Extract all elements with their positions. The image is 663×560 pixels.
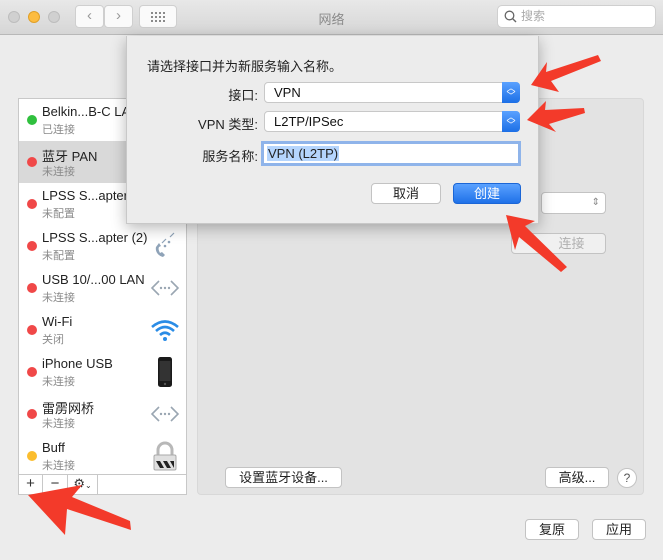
- service-item-usb-lan[interactable]: USB 10/...00 LAN 未连接: [19, 267, 186, 309]
- minus-icon: −: [50, 475, 60, 492]
- service-item-wifi[interactable]: Wi-Fi 关闭: [19, 309, 186, 351]
- connect-button[interactable]: 连接: [511, 233, 606, 254]
- status-dot-inactive: [27, 451, 37, 461]
- service-item-lpss-2[interactable]: LPSS S...apter (2) 未配置: [19, 225, 186, 267]
- vpn-type-value: L2TP/IPSec: [274, 114, 344, 129]
- ethernet-icon: [150, 280, 180, 296]
- service-name: Buff: [42, 440, 65, 455]
- service-name: LPSS S...apter: [42, 188, 128, 203]
- interface-value: VPN: [274, 85, 301, 100]
- setup-bluetooth-button[interactable]: 设置蓝牙设备...: [225, 467, 342, 488]
- wifi-icon: [151, 320, 179, 341]
- status-dot-disconnected: [27, 157, 37, 167]
- title-bar: ‹ › 网络 搜索: [0, 0, 663, 35]
- service-status: 未连接: [42, 166, 75, 178]
- create-button[interactable]: 创建: [453, 183, 521, 204]
- plus-icon: +: [26, 475, 35, 492]
- connect-button-label: 连接: [558, 236, 585, 251]
- service-item-thunderbolt-bridge[interactable]: 雷雳网桥 未连接: [19, 393, 186, 435]
- phone-modem-icon: [155, 232, 175, 257]
- gear-icon: ⚙: [73, 476, 85, 491]
- ethernet-icon: [150, 406, 180, 422]
- action-menu-button[interactable]: ⚙⌄: [68, 475, 98, 494]
- chevron-updown-icon: ︿ ﹀: [502, 82, 520, 103]
- iphone-icon: [158, 357, 172, 387]
- apply-button[interactable]: 应用: [592, 519, 646, 540]
- service-name: LPSS S...apter (2): [42, 230, 148, 245]
- search-icon: [504, 10, 517, 23]
- new-service-sheet: 请选择接口并为新服务输入名称。 接口: VPN ︿ ﹀ VPN 类型: L2TP/…: [126, 36, 539, 224]
- service-status: 关闭: [42, 334, 64, 346]
- status-dot-disconnected: [27, 409, 37, 419]
- cancel-button[interactable]: 取消: [371, 183, 441, 204]
- chevron-updown-icon: ︿ ﹀: [502, 111, 520, 132]
- service-status: 已连接: [42, 124, 75, 136]
- service-name-label: 服务名称:: [202, 149, 258, 164]
- service-status: 未连接: [42, 460, 75, 472]
- remove-service-button[interactable]: −: [43, 475, 68, 494]
- interface-popup[interactable]: VPN ︿ ﹀: [264, 82, 520, 103]
- vpn-lock-icon: [153, 441, 177, 471]
- service-name: Wi-Fi: [42, 314, 73, 329]
- status-dot-disconnected: [27, 199, 37, 209]
- service-name-input[interactable]: VPN (L2TP): [261, 141, 521, 166]
- vpn-type-popup[interactable]: L2TP/IPSec ︿ ﹀: [264, 111, 520, 132]
- device-popup[interactable]: ⇕: [541, 192, 606, 214]
- revert-button[interactable]: 复原: [525, 519, 579, 540]
- service-name: USB 10/...00 LAN: [42, 272, 145, 287]
- service-status: 未配置: [42, 208, 75, 220]
- service-name-value: VPN (L2TP): [267, 146, 340, 161]
- interface-label: 接口:: [228, 88, 258, 103]
- service-item-iphone-usb[interactable]: iPhone USB 未连接: [19, 351, 186, 393]
- service-name: iPhone USB: [42, 356, 113, 371]
- advanced-button[interactable]: 高级...: [545, 467, 609, 488]
- service-status: 未连接: [42, 418, 75, 430]
- sheet-prompt: 请选择接口并为新服务输入名称。: [147, 59, 343, 74]
- service-item-buff[interactable]: Buff 未连接: [19, 435, 186, 477]
- search-input[interactable]: 搜索: [497, 5, 656, 28]
- service-status: 未连接: [42, 376, 75, 388]
- vpn-type-label: VPN 类型:: [198, 117, 258, 132]
- search-placeholder: 搜索: [521, 9, 546, 23]
- service-name: Belkin...B-C LAN: [42, 104, 140, 119]
- status-dot-disconnected: [27, 325, 37, 335]
- status-dot-disconnected: [27, 367, 37, 377]
- status-dot-disconnected: [27, 283, 37, 293]
- service-status: 未配置: [42, 250, 75, 262]
- chevron-updown-icon: ⇕: [591, 197, 600, 208]
- annotation-arrow: [531, 55, 601, 92]
- chevron-down-icon: ⌄: [84, 481, 92, 490]
- sidebar-toolbar: + − ⚙⌄: [19, 474, 186, 494]
- add-service-button[interactable]: +: [19, 475, 43, 494]
- help-button[interactable]: ?: [617, 468, 637, 488]
- status-dot-disconnected: [27, 241, 37, 251]
- service-status: 未连接: [42, 292, 75, 304]
- status-dot-connected: [27, 115, 37, 125]
